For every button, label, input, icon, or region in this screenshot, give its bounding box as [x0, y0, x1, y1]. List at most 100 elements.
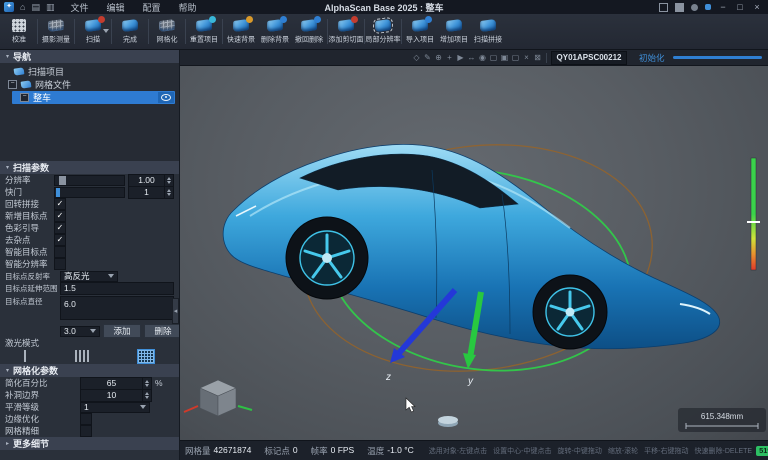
smart-resolution-label: 智能分辨率: [5, 258, 51, 270]
visibility-tool-icon[interactable]: ◉: [478, 51, 487, 65]
add-project-button[interactable]: 增加项目: [437, 14, 471, 49]
diameter-value-select[interactable]: 3.0: [60, 326, 100, 337]
scale-marker[interactable]: [747, 221, 760, 223]
spinner-arrows-icon[interactable]: [142, 378, 151, 389]
rotary-stitch-label: 回转拼接: [5, 198, 51, 210]
mesh-fine-checkbox[interactable]: [80, 425, 92, 437]
local-resolution-button[interactable]: 局部分辨率: [366, 14, 400, 49]
mouse-cursor: [406, 398, 415, 412]
new-document-icon[interactable]: ▤: [31, 2, 40, 12]
target-diameter-list[interactable]: 6.0: [60, 296, 174, 320]
menu-bar: 文件 编辑 配置 帮助: [70, 1, 196, 14]
viewport-3d[interactable]: z y: [180, 66, 768, 440]
navigation-cube[interactable]: [184, 380, 252, 416]
tree-item-vehicle[interactable]: − 整车: [12, 91, 175, 104]
theme-dark-swatch[interactable]: [675, 3, 684, 12]
close-button[interactable]: ×: [752, 2, 762, 12]
scan-button[interactable]: 扫描: [76, 14, 110, 49]
panel-collapse-handle[interactable]: ◂: [172, 298, 179, 324]
calibrate-button[interactable]: 校准: [2, 14, 36, 49]
mesh-params-header[interactable]: ▾ 网格化参数: [0, 364, 179, 377]
laser-crosshatch-icon[interactable]: [137, 349, 155, 364]
smart-targets-checkbox[interactable]: [54, 246, 66, 258]
rect-select-tool-icon[interactable]: ▢: [489, 51, 498, 65]
photogrammetry-icon: [46, 19, 66, 32]
smart-resolution-checkbox[interactable]: [54, 258, 66, 270]
tree-item-mesh-file[interactable]: − 网格文件: [0, 78, 179, 91]
accent-orb-icon[interactable]: [705, 4, 711, 10]
car-model[interactable]: [223, 144, 720, 349]
edge-optimize-checkbox[interactable]: [80, 413, 92, 425]
home-icon[interactable]: ⌂: [20, 2, 25, 12]
reflectivity-select[interactable]: 高反光: [60, 271, 118, 282]
axis-z-label: z: [385, 372, 391, 383]
play-tool-icon[interactable]: ▶: [456, 51, 465, 65]
move-tool-icon[interactable]: +: [445, 51, 454, 65]
fit-view-tool-icon[interactable]: ↔: [467, 51, 476, 65]
minimize-button[interactable]: −: [718, 2, 728, 12]
resolution-label: 分辨率: [5, 174, 51, 186]
target-tool-icon[interactable]: ⊕: [434, 51, 443, 65]
maximize-button[interactable]: □: [735, 2, 745, 12]
add-clipping-plane-button[interactable]: 添加剪切面: [329, 14, 363, 49]
pan-tool-icon[interactable]: ◇: [412, 51, 421, 65]
menu-config[interactable]: 配置: [143, 1, 161, 14]
new-targets-checkbox[interactable]: [54, 210, 66, 222]
smooth-level-select[interactable]: 1: [80, 402, 150, 413]
delete-diameter-button[interactable]: 删除: [144, 324, 180, 338]
more-details-header[interactable]: ▸ 更多细节: [0, 437, 179, 450]
cube-x-axis: [184, 406, 198, 412]
rear-wheel: [286, 217, 368, 299]
add-diameter-button[interactable]: 添加: [103, 324, 141, 338]
color-guide-checkbox[interactable]: [54, 222, 66, 234]
finish-button[interactable]: 完成: [113, 14, 147, 49]
init-status-label: 初始化: [639, 52, 665, 64]
hole-fill-spinner[interactable]: 10: [80, 389, 152, 402]
scan-dropdown-caret-icon[interactable]: [103, 29, 109, 33]
mesh-button[interactable]: 网格化: [150, 14, 184, 49]
theme-light-swatch[interactable]: [659, 3, 668, 12]
menu-help[interactable]: 帮助: [179, 1, 197, 14]
spinner-arrows-icon[interactable]: [164, 175, 173, 186]
rotary-stitch-checkbox[interactable]: [54, 198, 66, 210]
laser-multi-line-icon[interactable]: [75, 350, 89, 362]
shutter-spinner[interactable]: 1: [128, 186, 174, 199]
edge-optimize-label: 边缘优化: [5, 413, 77, 425]
invert-selection-tool-icon[interactable]: ⊠: [533, 51, 542, 65]
import-project-button[interactable]: 导入项目: [403, 14, 437, 49]
expander-icon[interactable]: −: [8, 80, 17, 89]
shutter-slider[interactable]: [54, 187, 125, 198]
extension-range-input[interactable]: 1.5: [60, 282, 174, 295]
tree-item-scan-project[interactable]: 扫描项目: [0, 65, 179, 78]
menu-edit[interactable]: 编辑: [106, 1, 124, 14]
edit-tool-icon[interactable]: ✎: [423, 51, 432, 65]
denoise-checkbox[interactable]: [54, 234, 66, 246]
scan-params-header[interactable]: ▾ 扫描参数: [0, 161, 179, 174]
nav-section-header[interactable]: ▾ 导航: [0, 50, 179, 63]
expander-icon[interactable]: −: [20, 93, 29, 102]
open-folder-icon[interactable]: ▥: [46, 2, 55, 12]
delete-selection-tool-icon[interactable]: ×: [522, 51, 531, 65]
viewport-canvas: z y: [180, 66, 768, 440]
lasso-select-tool-icon[interactable]: ▣: [500, 51, 509, 65]
delete-background-button[interactable]: 删除背景: [258, 14, 292, 49]
quick-background-button[interactable]: 快速背景: [224, 14, 258, 49]
local-resolution-icon: [373, 19, 393, 32]
status-orb-icon[interactable]: [691, 4, 698, 11]
scan-stitch-button[interactable]: 扫描拼接: [471, 14, 505, 49]
resolution-slider[interactable]: [54, 175, 125, 186]
spinner-arrows-icon[interactable]: [164, 187, 173, 198]
deselect-tool-icon[interactable]: ▢: [511, 51, 520, 65]
menu-file[interactable]: 文件: [70, 1, 88, 14]
undo-delete-button[interactable]: 撤回删除: [292, 14, 326, 49]
visibility-toggle[interactable]: [158, 92, 174, 103]
mesh-fine-label: 网格精细: [5, 425, 77, 437]
left-panel: ▾ 导航 扫描项目 − 网格文件 − 整车 ▾ 扫描参数 分辨率: [0, 50, 180, 460]
device-id-badge: QY01APSC00212: [551, 51, 627, 65]
spinner-arrows-icon[interactable]: [142, 390, 151, 401]
laser-single-line-icon[interactable]: [24, 350, 26, 362]
collapse-caret-icon: ▸: [6, 440, 9, 447]
front-wheel: [533, 275, 607, 349]
photogrammetry-button[interactable]: 摄影测量: [39, 14, 73, 49]
reset-project-button[interactable]: 重置项目: [187, 14, 221, 49]
